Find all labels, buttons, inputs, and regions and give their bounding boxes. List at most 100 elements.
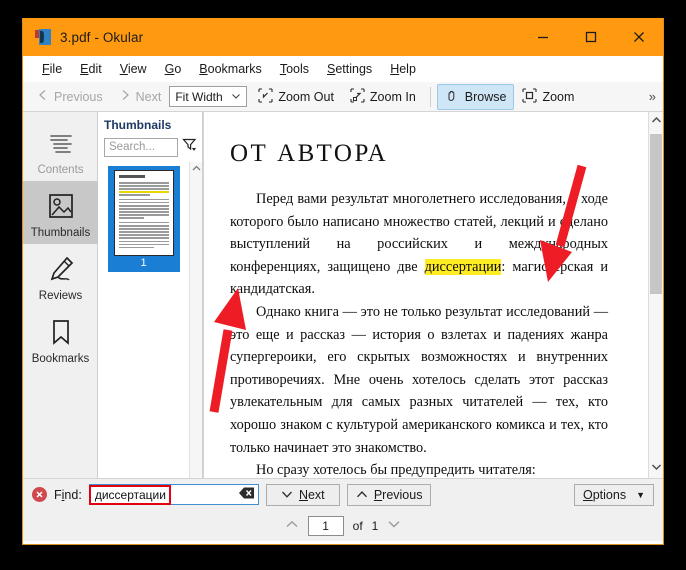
sidebar-label-bookmarks: Bookmarks: [31, 353, 90, 365]
find-previous-label: Previous: [373, 487, 423, 502]
menu-bar: File Edit View Go Bookmarks Tools Settin…: [23, 56, 663, 82]
sidebar-label-reviews: Reviews: [38, 290, 83, 302]
maximize-button[interactable]: [567, 18, 615, 56]
toolbar-overflow-button[interactable]: »: [649, 89, 656, 104]
page-prev-button[interactable]: [285, 520, 299, 532]
paragraph-run: Однако книга — это не только результат и…: [230, 303, 608, 456]
zoom-out-icon: [258, 87, 273, 106]
menu-bookmarks[interactable]: Bookmarks: [190, 60, 271, 78]
page-view: ОТ АВТОРА Перед вами результат многолетн…: [203, 112, 663, 478]
previous-label: Previous: [54, 89, 103, 104]
body-area: Contents Thumbnails Reviews Bookmarks Th…: [23, 112, 663, 478]
page-next-button[interactable]: [387, 520, 401, 532]
chevron-up-icon: [356, 488, 368, 502]
menu-help[interactable]: Help: [381, 60, 425, 78]
reviews-icon: [43, 251, 79, 287]
find-input[interactable]: диссертации: [88, 484, 259, 505]
sidebar-item-thumbnails[interactable]: Thumbnails: [23, 181, 98, 244]
zoom-tool-label: Zoom: [542, 89, 575, 104]
zoom-tool-button[interactable]: Zoom: [514, 84, 582, 110]
hand-icon: [445, 88, 460, 106]
minimize-button[interactable]: [519, 18, 567, 56]
sidebar-label-contents: Contents: [37, 164, 84, 176]
find-input-value: диссертации: [88, 484, 171, 505]
zoom-in-label: Zoom In: [369, 89, 416, 104]
close-button[interactable]: [615, 18, 663, 56]
menu-view[interactable]: View: [111, 60, 156, 78]
close-find-bar-button[interactable]: [32, 487, 47, 502]
scroll-up-button[interactable]: [649, 116, 663, 127]
bookmarks-icon: [43, 314, 79, 350]
filter-funnel-icon[interactable]: [182, 137, 197, 157]
next-page-button[interactable]: Next: [111, 85, 170, 108]
zoom-in-icon: [350, 87, 365, 106]
sidebar-item-reviews[interactable]: Reviews: [23, 244, 98, 307]
contents-icon: [43, 125, 79, 161]
scrollbar-thumb[interactable]: [650, 134, 662, 294]
sidebar-item-contents[interactable]: Contents: [23, 118, 98, 181]
find-next-button[interactable]: Next: [265, 483, 340, 506]
paragraph-run: Но сразу хотелось бы предупредить читате…: [256, 462, 536, 478]
page-total-count: 1: [371, 518, 379, 533]
thumbnail-page-1[interactable]: 1: [107, 166, 180, 272]
page-number-input[interactable]: 1: [307, 515, 344, 536]
find-options-button[interactable]: Options ▼: [573, 483, 654, 506]
main-toolbar: Previous Next Fit Width Zoom Out Zoom In…: [23, 82, 663, 112]
thumbnails-scrollbar[interactable]: [189, 162, 202, 478]
chevron-down-icon: [281, 488, 293, 502]
highlighted-term: диссертации: [424, 258, 502, 275]
find-next-label: Next: [298, 487, 325, 502]
menu-settings[interactable]: Settings: [318, 60, 381, 78]
document-paragraph-2: Однако книга — это не только результат и…: [230, 301, 608, 459]
thumbnail-page-preview: [113, 170, 174, 256]
thumbnails-search-input[interactable]: Search...: [104, 137, 178, 157]
caret-down-icon: ▼: [636, 489, 645, 500]
menu-edit[interactable]: Edit: [71, 60, 111, 78]
sidebar-rail: Contents Thumbnails Reviews Bookmarks: [23, 112, 98, 478]
browse-tool-button[interactable]: Browse: [436, 83, 515, 110]
chevron-down-icon: [231, 90, 241, 104]
window-bottom-strip: [23, 541, 663, 544]
document-heading: ОТ АВТОРА: [230, 140, 389, 167]
clear-text-icon[interactable]: [238, 486, 254, 504]
find-options-label: Options: [582, 487, 627, 502]
find-bar: Find: диссертации Next Previous Options …: [23, 478, 663, 510]
window-title: 3.pdf - Okular: [60, 29, 144, 45]
thumbnail-page-number: 1: [140, 257, 147, 269]
document-text: Перед вами результат многолетнего исслед…: [230, 188, 608, 478]
chevron-up-icon[interactable]: [190, 164, 202, 174]
menu-go[interactable]: Go: [156, 60, 191, 78]
sidebar-item-bookmarks[interactable]: Bookmarks: [23, 307, 98, 370]
scroll-down-button[interactable]: [649, 463, 663, 474]
thumbnails-panel-title: Thumbnails: [104, 118, 172, 132]
title-bar: 3.pdf - Okular: [23, 18, 663, 56]
thumbnails-icon: [43, 188, 79, 224]
find-previous-button[interactable]: Previous: [346, 483, 432, 506]
okular-app-icon: [35, 29, 51, 45]
thumbnails-panel: Thumbnails Search... 1: [98, 112, 203, 478]
toolbar-separator: [429, 86, 431, 107]
thumbnails-search-row: Search...: [98, 137, 202, 162]
find-label: Find:: [54, 487, 82, 502]
document-paragraph-1: Перед вами результат многолетнего исслед…: [230, 188, 608, 301]
zoom-out-label: Zoom Out: [278, 89, 334, 104]
window-controls: [519, 18, 663, 56]
browse-label: Browse: [464, 89, 507, 104]
zoom-out-button[interactable]: Zoom Out: [250, 84, 342, 110]
zoom-in-button[interactable]: Zoom In: [342, 84, 424, 110]
zoom-level-select[interactable]: Fit Width: [169, 86, 248, 107]
page-of-label: of: [352, 518, 363, 533]
sidebar-label-thumbnails: Thumbnails: [30, 227, 91, 239]
page-scrollbar[interactable]: [648, 112, 663, 478]
previous-page-button[interactable]: Previous: [29, 85, 111, 108]
next-label: Next: [135, 89, 162, 104]
document-paragraph-3: Но сразу хотелось бы предупредить читате…: [230, 459, 608, 478]
zoom-select-icon: [522, 87, 538, 106]
zoom-level-value: Fit Width: [175, 89, 223, 104]
menu-file[interactable]: File: [33, 60, 71, 78]
okular-window: 3.pdf - Okular File Edit View Go Bookmar…: [22, 18, 664, 545]
page-canvas[interactable]: ОТ АВТОРА Перед вами результат многолетн…: [203, 112, 648, 478]
menu-tools[interactable]: Tools: [271, 60, 318, 78]
page-navigation-bar: 1 of 1: [23, 510, 663, 541]
chevron-right-icon: [119, 89, 131, 104]
